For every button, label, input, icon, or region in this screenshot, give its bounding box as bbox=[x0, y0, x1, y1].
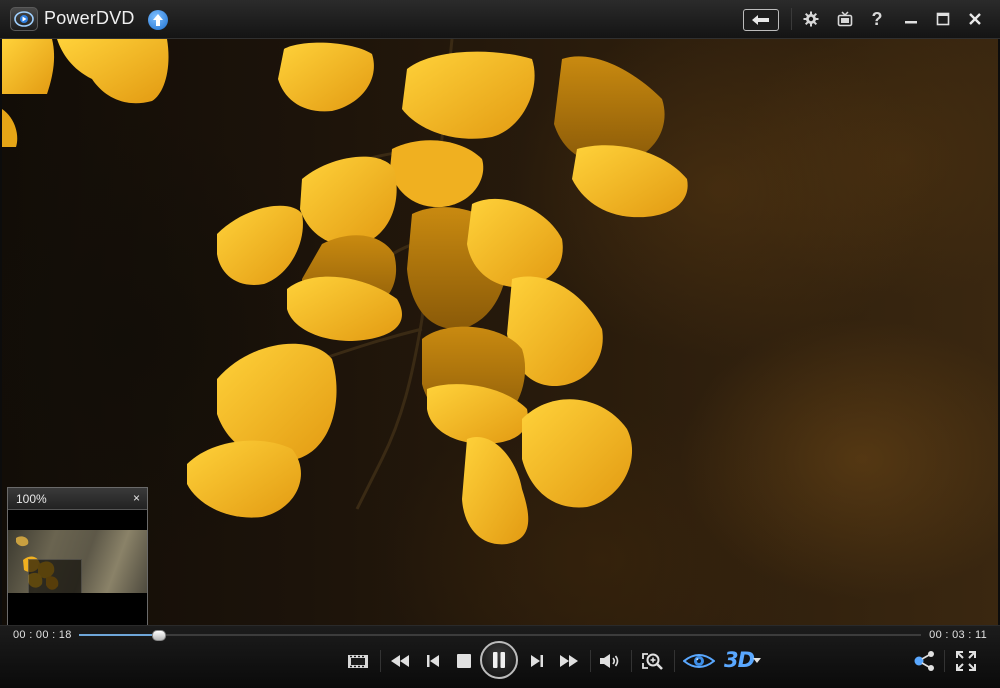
app-title: PowerDVD bbox=[44, 8, 135, 28]
controls-separator bbox=[944, 650, 945, 672]
tv-icon bbox=[837, 11, 853, 27]
seek-bar[interactable] bbox=[79, 630, 921, 641]
tv-mode-button[interactable] bbox=[834, 6, 856, 32]
maximize-icon bbox=[936, 12, 950, 26]
stop-button[interactable] bbox=[453, 650, 475, 672]
rewind-icon bbox=[391, 655, 409, 667]
title-bar[interactable]: PowerDVD ? bbox=[0, 0, 1000, 39]
snapshot-icon bbox=[348, 655, 368, 668]
video-frame-ginkgo-leaves bbox=[2, 39, 688, 545]
controls-separator bbox=[674, 650, 675, 672]
share-icon bbox=[914, 651, 934, 671]
close-button[interactable] bbox=[964, 6, 986, 32]
minimize-button[interactable] bbox=[900, 6, 922, 32]
minimize-icon bbox=[905, 21, 917, 24]
total-time: 00 : 03 : 11 bbox=[929, 629, 987, 641]
controls-separator bbox=[590, 650, 591, 672]
playback-control-bar: 00 : 00 : 18 00 : 03 : 11 3D bbox=[0, 625, 1000, 688]
back-button[interactable] bbox=[743, 9, 779, 31]
fast-forward-button[interactable] bbox=[558, 650, 580, 672]
fullscreen-icon bbox=[956, 651, 976, 671]
eye-trueview-icon bbox=[683, 654, 715, 668]
gear-icon bbox=[803, 11, 819, 27]
3d-mode-button[interactable]: 3D bbox=[724, 648, 755, 672]
volume-icon bbox=[600, 654, 619, 668]
zoom-preview-thumbnail[interactable] bbox=[8, 530, 147, 593]
previous-icon bbox=[427, 655, 439, 667]
zoom-button[interactable] bbox=[640, 649, 666, 673]
previous-chapter-button[interactable] bbox=[422, 650, 444, 672]
snapshot-button[interactable] bbox=[346, 650, 370, 672]
help-button[interactable]: ? bbox=[866, 6, 888, 32]
pause-icon bbox=[493, 652, 505, 668]
trueview-button[interactable] bbox=[682, 649, 716, 673]
close-icon bbox=[969, 13, 981, 25]
video-display[interactable] bbox=[2, 39, 998, 625]
3d-options-dropdown[interactable] bbox=[752, 654, 762, 666]
upgrade-arrow-icon[interactable] bbox=[148, 10, 168, 30]
current-time: 00 : 00 : 18 bbox=[13, 629, 72, 641]
powerdvd-window: PowerDVD ? 100% × 00: 00: 18 00: 03:… bbox=[0, 0, 1000, 688]
chevron-down-icon bbox=[753, 657, 761, 663]
powerdvd-logo-icon bbox=[10, 7, 38, 31]
fullscreen-button[interactable] bbox=[954, 649, 978, 673]
titlebar-separator bbox=[791, 8, 792, 30]
controls-separator bbox=[631, 650, 632, 672]
volume-button[interactable] bbox=[598, 650, 622, 672]
back-arrow-icon bbox=[752, 15, 769, 25]
next-chapter-button[interactable] bbox=[526, 650, 548, 672]
controls-separator bbox=[380, 650, 381, 672]
fast-forward-icon bbox=[560, 655, 578, 667]
seek-bar-progress bbox=[79, 634, 159, 636]
seek-bar-thumb[interactable] bbox=[152, 630, 167, 641]
zoom-viewport-rectangle[interactable] bbox=[28, 559, 82, 593]
share-button[interactable] bbox=[911, 649, 937, 673]
zoom-level-label: 100% bbox=[16, 492, 47, 506]
maximize-button[interactable] bbox=[932, 6, 954, 32]
zoom-preview-panel[interactable]: 100% × bbox=[7, 487, 148, 627]
zoom-icon bbox=[642, 653, 663, 670]
zoom-preview-header: 100% × bbox=[8, 488, 147, 510]
stop-icon bbox=[457, 654, 471, 668]
pause-button[interactable] bbox=[480, 641, 518, 679]
rewind-button[interactable] bbox=[389, 650, 411, 672]
next-icon bbox=[531, 655, 543, 667]
zoom-preview-close-button[interactable]: × bbox=[133, 491, 140, 505]
settings-button[interactable] bbox=[800, 6, 822, 32]
